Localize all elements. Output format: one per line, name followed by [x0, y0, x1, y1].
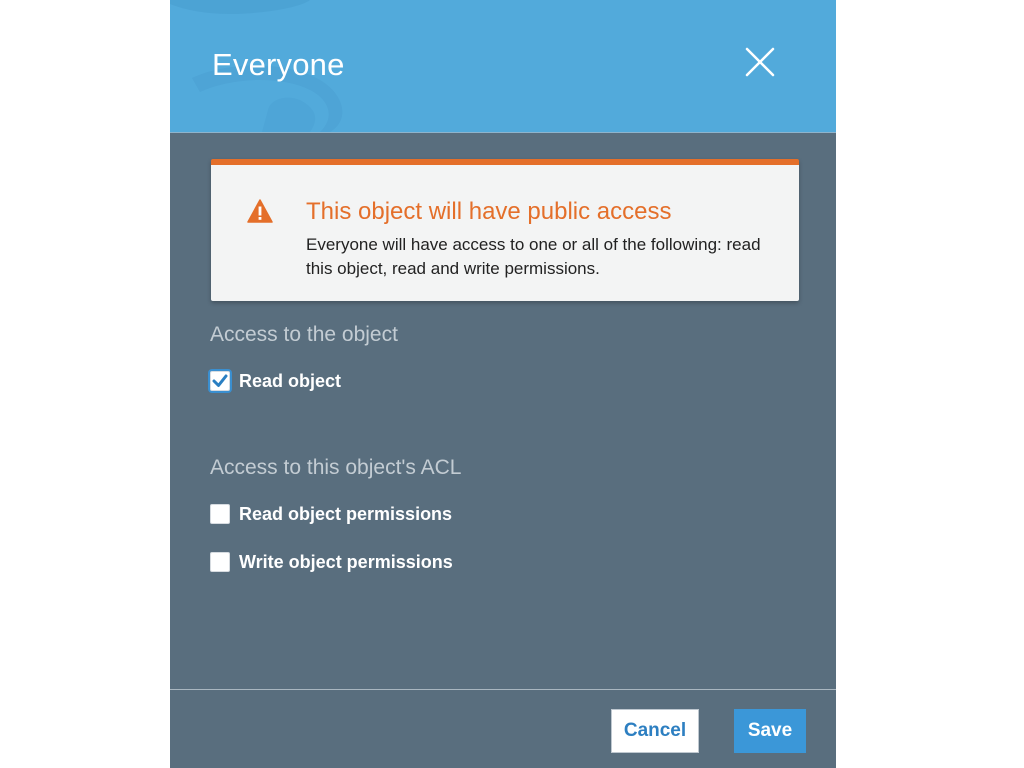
- footer-divider: [170, 689, 836, 690]
- write-permissions-option[interactable]: Write object permissions: [210, 551, 453, 573]
- read-object-option[interactable]: Read object: [210, 370, 341, 392]
- public-access-alert: This object will have public access Ever…: [211, 159, 799, 301]
- dialog-header: Everyone: [170, 0, 836, 133]
- write-permissions-label: Write object permissions: [239, 551, 453, 572]
- write-permissions-checkbox[interactable]: [210, 552, 230, 572]
- alert-message: Everyone will have access to one or all …: [306, 235, 761, 278]
- checkmark-icon: [212, 374, 228, 387]
- warning-triangle-icon: [247, 199, 273, 223]
- read-permissions-checkbox[interactable]: [210, 504, 230, 524]
- object-access-heading: Access to the object: [210, 323, 398, 346]
- acl-access-heading: Access to this object's ACL: [210, 456, 462, 479]
- read-permissions-option[interactable]: Read object permissions: [210, 503, 452, 525]
- read-permissions-label: Read object permissions: [239, 503, 453, 524]
- close-button[interactable]: [742, 44, 778, 80]
- read-object-label: Read object: [239, 370, 342, 391]
- read-object-checkbox[interactable]: [210, 371, 230, 391]
- cancel-button[interactable]: Cancel: [611, 709, 699, 753]
- permissions-dialog: Everyone This object will have public ac…: [170, 0, 836, 768]
- dialog-title: Everyone: [212, 47, 345, 82]
- alert-title: This object will have public access: [306, 198, 672, 225]
- close-icon: [745, 47, 775, 77]
- save-button[interactable]: Save: [734, 709, 806, 753]
